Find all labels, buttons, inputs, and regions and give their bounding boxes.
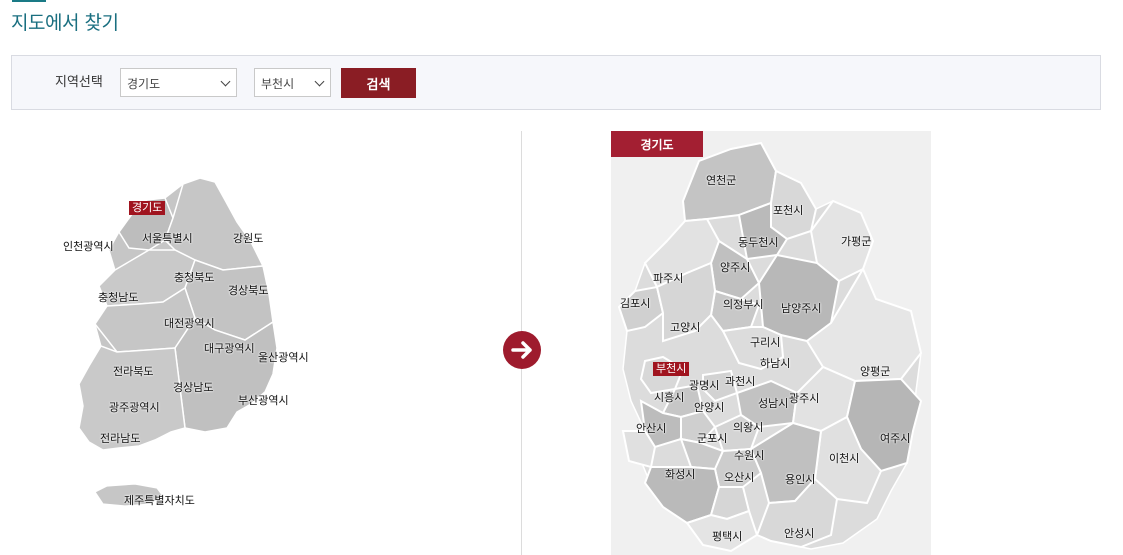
map-label-pocheon[interactable]: 포천시 <box>773 204 803 218</box>
map-label-gyeonggi[interactable]: 경기도 <box>129 201 166 215</box>
map-label-dongducheon[interactable]: 동두천시 <box>738 236 778 250</box>
map-label-anyang[interactable]: 안양시 <box>694 401 724 415</box>
title-accent-bar <box>12 0 46 2</box>
province-select[interactable]: 경기도 <box>120 68 237 97</box>
map-label-gimpo[interactable]: 김포시 <box>620 297 650 311</box>
map-label-gwangmyeong[interactable]: 광명시 <box>689 379 719 393</box>
map-label-gunpo[interactable]: 군포시 <box>697 432 727 446</box>
city-select[interactable]: 부천시 <box>254 68 331 97</box>
map-label-gapyeong[interactable]: 가평군 <box>841 235 871 249</box>
map-label-jeonnam[interactable]: 전라남도 <box>100 432 140 446</box>
korea-map-shape <box>78 177 278 507</box>
map-label-chungbuk[interactable]: 충청북도 <box>174 271 214 285</box>
search-button[interactable]: 검색 <box>341 68 416 98</box>
map-label-icheon[interactable]: 이천시 <box>829 452 859 466</box>
map-label-yeoju[interactable]: 여주시 <box>880 432 910 446</box>
map-label-gangwon[interactable]: 강원도 <box>233 232 263 246</box>
map-label-yongin[interactable]: 용인시 <box>785 473 815 487</box>
chevron-down-icon <box>314 76 325 87</box>
page-title: 지도에서 찾기 <box>11 12 119 34</box>
map-label-gwangju[interactable]: 광주광역시 <box>109 401 160 415</box>
map-label-paju[interactable]: 파주시 <box>653 272 683 286</box>
map-label-hanam[interactable]: 하남시 <box>760 357 790 371</box>
map-label-busan[interactable]: 부산광역시 <box>238 394 289 408</box>
map-label-jeju[interactable]: 제주특별자치도 <box>124 494 195 508</box>
chevron-down-icon <box>220 76 231 87</box>
map-label-uijeongbu[interactable]: 의정부시 <box>723 298 763 312</box>
region-search-panel: 지역선택 경기도 부천시 검색 <box>11 55 1101 110</box>
korea-map <box>55 170 325 520</box>
city-select-value: 부천시 <box>261 77 295 91</box>
map-label-seongnam[interactable]: 성남시 <box>758 397 788 411</box>
map-label-gwacheon[interactable]: 과천시 <box>725 375 755 389</box>
map-label-jeonbuk[interactable]: 전라북도 <box>113 365 153 379</box>
province-select-value: 경기도 <box>127 77 161 91</box>
map-label-daegu[interactable]: 대구광역시 <box>204 342 255 356</box>
map-label-yeoncheon[interactable]: 연천군 <box>706 174 736 188</box>
map-label-anseong[interactable]: 안성시 <box>784 527 814 541</box>
gyeonggi-map-header: 경기도 <box>611 131 703 157</box>
map-label-namyangju[interactable]: 남양주시 <box>781 302 821 316</box>
map-label-pyeongtaek[interactable]: 평택시 <box>712 530 742 544</box>
map-label-ulsan[interactable]: 울산광역시 <box>258 351 309 365</box>
map-label-siheung[interactable]: 시흥시 <box>654 391 684 405</box>
arrow-right-icon[interactable] <box>503 331 541 369</box>
map-label-ansan[interactable]: 안산시 <box>636 422 666 436</box>
map-label-gyeongnam[interactable]: 경상남도 <box>173 381 213 395</box>
region-select-label: 지역선택 <box>55 75 103 90</box>
map-label-yangpyeong[interactable]: 양평군 <box>860 365 890 379</box>
map-label-guri[interactable]: 구리시 <box>750 336 780 350</box>
gyeongnam-region[interactable] <box>174 316 278 433</box>
map-label-incheon[interactable]: 인천광역시 <box>63 240 114 254</box>
map-label-chungnam[interactable]: 충청남도 <box>98 291 138 305</box>
map-label-daejeon[interactable]: 대전광역시 <box>164 317 215 331</box>
map-label-suwon[interactable]: 수원시 <box>734 449 764 463</box>
map-label-uiwang[interactable]: 의왕시 <box>733 421 763 435</box>
map-label-osan[interactable]: 오산시 <box>724 471 754 485</box>
map-label-gyeongbuk[interactable]: 경상북도 <box>228 284 268 298</box>
map-label-goyang[interactable]: 고양시 <box>670 321 700 335</box>
arrow-right-glyph <box>511 341 532 359</box>
map-label-seoul[interactable]: 서울특별시 <box>142 232 193 246</box>
map-label-bucheon[interactable]: 부천시 <box>653 362 690 376</box>
map-label-gwangju-gg[interactable]: 광주시 <box>789 392 819 406</box>
map-label-yangju[interactable]: 양주시 <box>720 261 750 275</box>
map-label-hwaseong[interactable]: 화성시 <box>665 468 695 482</box>
